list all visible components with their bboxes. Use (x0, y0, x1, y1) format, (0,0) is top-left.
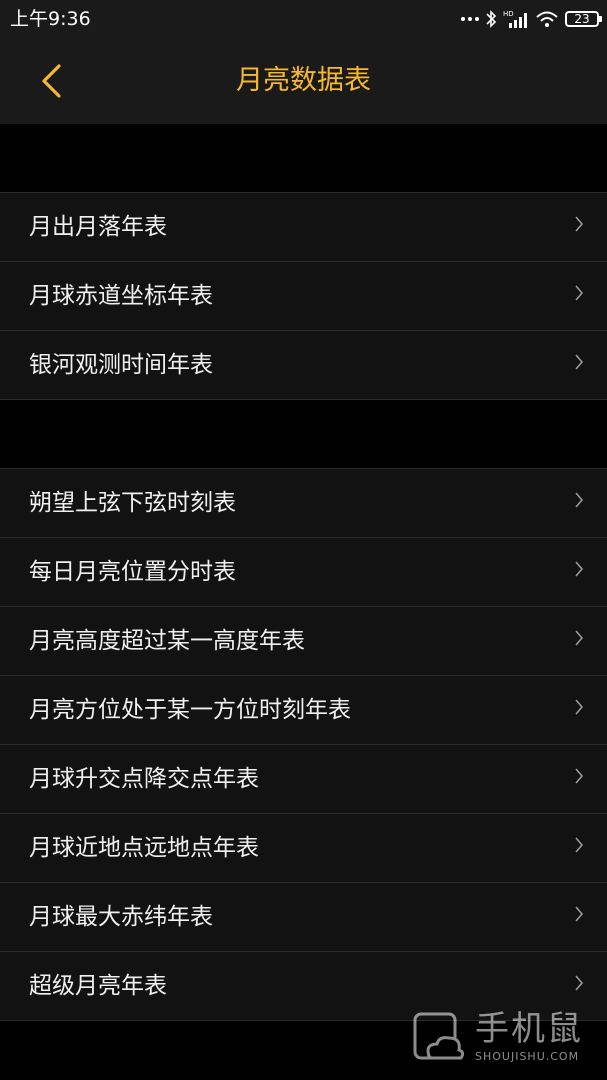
title-bar: 月亮数据表 (0, 38, 607, 124)
list-item-label: 月亮高度超过某一高度年表 (29, 628, 305, 654)
list-item-label: 银河观测时间年表 (29, 352, 213, 378)
list-item-perigee-apogee[interactable]: 月球近地点远地点年表 (0, 814, 607, 883)
list-item-label: 月球最大赤纬年表 (29, 904, 213, 930)
list-item-label: 超级月亮年表 (29, 973, 167, 999)
list-item-moon-azimuth[interactable]: 月亮方位处于某一方位时刻年表 (0, 676, 607, 745)
cloud-logo-icon (413, 1012, 465, 1060)
chevron-right-icon (575, 285, 584, 301)
list-item-label: 朔望上弦下弦时刻表 (29, 490, 236, 516)
list-item-label: 月球赤道坐标年表 (29, 283, 213, 309)
list-item-label: 月球近地点远地点年表 (29, 835, 259, 861)
chevron-right-icon (575, 906, 584, 922)
list-item-daily-moon-position[interactable]: 每日月亮位置分时表 (0, 538, 607, 607)
chevron-right-icon (575, 354, 584, 370)
list-item-label: 月亮方位处于某一方位时刻年表 (29, 697, 351, 723)
list-item-equatorial-coordinates[interactable]: 月球赤道坐标年表 (0, 262, 607, 331)
list-item-max-declination[interactable]: 月球最大赤纬年表 (0, 883, 607, 952)
page-title: 月亮数据表 (236, 65, 371, 96)
section-spacer (0, 124, 607, 193)
list-item-moon-altitude[interactable]: 月亮高度超过某一高度年表 (0, 607, 607, 676)
chevron-right-icon (575, 768, 584, 784)
list-item-moonrise-moonset[interactable]: 月出月落年表 (0, 193, 607, 262)
list-item-label: 每日月亮位置分时表 (29, 559, 236, 585)
chevron-right-icon (575, 561, 584, 577)
chevron-right-icon (575, 216, 584, 232)
battery-icon: 23 (565, 11, 602, 27)
status-icons: HD 23 (461, 6, 602, 32)
status-bar: 上午9:36 HD 23 (0, 0, 607, 38)
bluetooth-icon (486, 10, 497, 28)
list-item-label: 月出月落年表 (29, 214, 167, 240)
cellular-signal-icon: HD (503, 10, 527, 28)
watermark-site: SHOUJISHU.COM (475, 1050, 580, 1063)
more-notifications-icon (461, 17, 479, 21)
network-type-label: HD (503, 10, 514, 18)
watermark-name: 手机鼠 (475, 1009, 583, 1049)
list-item-milky-way-observation[interactable]: 银河观测时间年表 (0, 331, 607, 400)
list-item-label: 月球升交点降交点年表 (29, 766, 259, 792)
chevron-right-icon (575, 492, 584, 508)
status-time: 上午9:36 (10, 8, 91, 30)
section-spacer (0, 400, 607, 469)
watermark: 手机鼠 SHOUJISHU.COM (411, 1010, 591, 1066)
table-list: 月出月落年表 月球赤道坐标年表 银河观测时间年表 朔望上弦下弦时刻表 每日月亮位… (0, 124, 607, 1021)
list-item-lunar-nodes[interactable]: 月球升交点降交点年表 (0, 745, 607, 814)
chevron-right-icon (575, 837, 584, 853)
chevron-right-icon (575, 699, 584, 715)
list-item-lunar-phases[interactable]: 朔望上弦下弦时刻表 (0, 469, 607, 538)
chevron-right-icon (575, 975, 584, 991)
wifi-icon (536, 11, 558, 27)
chevron-right-icon (575, 630, 584, 646)
